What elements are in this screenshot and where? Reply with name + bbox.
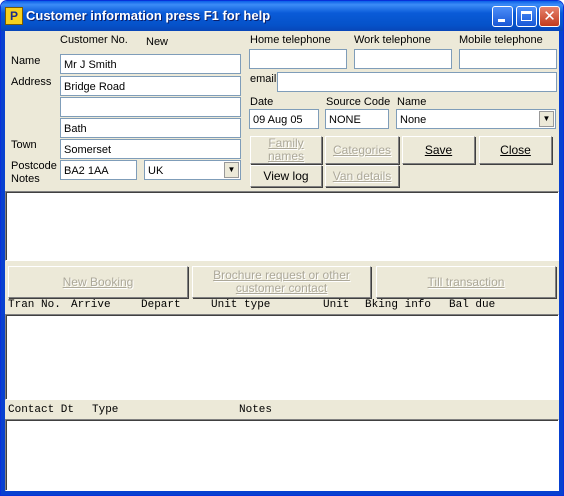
window-border-left xyxy=(1,31,5,495)
close-button[interactable]: Close xyxy=(479,136,552,164)
email-label: email xyxy=(250,73,277,85)
bookings-col-arrive: Arrive xyxy=(71,299,111,311)
contacts-col-contact-dt: Contact Dt xyxy=(8,404,75,416)
address-line3-field[interactable]: Bath xyxy=(60,118,241,138)
postcode-field[interactable]: BA2 1AA xyxy=(60,160,137,180)
view-log-button[interactable]: View log xyxy=(250,165,322,187)
address-line1-field[interactable]: Bridge Road xyxy=(60,76,241,96)
app-icon: P xyxy=(5,7,23,25)
chevron-down-icon[interactable]: ▼ xyxy=(224,162,239,178)
brochure-request-button[interactable]: Brochure request or other customer conta… xyxy=(192,266,371,298)
email-field[interactable] xyxy=(277,72,557,92)
bookings-col-unit: Unit xyxy=(323,299,350,311)
home-telephone-label: Home telephone xyxy=(250,34,331,46)
contacts-col-type: Type xyxy=(92,404,119,416)
new-booking-button[interactable]: New Booking xyxy=(8,266,188,298)
name-field[interactable]: Mr J Smith xyxy=(60,54,241,74)
customer-number-label: Customer No. xyxy=(60,34,128,46)
notes-area[interactable] xyxy=(5,191,559,261)
bookings-col-depart: Depart xyxy=(141,299,181,311)
customer-number-value: New xyxy=(146,36,169,48)
meta-name-select[interactable]: None ▼ xyxy=(396,109,556,129)
mobile-telephone-field[interactable] xyxy=(459,49,557,69)
date-label: Date xyxy=(250,96,274,108)
categories-button[interactable]: Categories xyxy=(325,136,399,164)
bookings-col-bking-info: Bking info xyxy=(365,299,432,311)
meta-name-label: Name xyxy=(397,96,427,108)
mobile-telephone-label: Mobile telephone xyxy=(459,34,543,46)
meta-name-select-value: None xyxy=(400,114,427,126)
source-code-label: Source Code xyxy=(326,96,391,108)
notes-label: Notes xyxy=(11,173,40,185)
date-field[interactable]: 09 Aug 05 xyxy=(249,109,319,129)
window-border-bottom xyxy=(1,491,563,495)
family-names-button[interactable]: Family names xyxy=(250,136,322,164)
country-select-value: UK xyxy=(148,165,164,177)
bookings-list[interactable] xyxy=(5,314,559,400)
till-transaction-button[interactable]: Till transaction xyxy=(376,266,556,298)
window-title: Customer information press F1 for help xyxy=(26,8,271,23)
minimize-icon[interactable] xyxy=(492,6,513,27)
address-label: Address xyxy=(11,76,52,88)
chevron-down-icon[interactable]: ▼ xyxy=(539,111,554,127)
title-bar[interactable]: P Customer information press F1 for help… xyxy=(1,1,563,31)
home-telephone-field[interactable] xyxy=(249,49,347,69)
country-select[interactable]: UK ▼ xyxy=(144,160,241,180)
bookings-col-unit-type: Unit type xyxy=(211,299,271,311)
van-details-button[interactable]: Van details xyxy=(325,165,399,187)
bookings-col-bal-due: Bal due xyxy=(449,299,496,311)
maximize-icon[interactable] xyxy=(516,6,537,27)
address-line2-field[interactable] xyxy=(60,97,241,117)
contacts-list[interactable] xyxy=(5,419,559,491)
window-border-right xyxy=(559,31,563,495)
work-telephone-label: Work telephone xyxy=(354,34,431,46)
name-label: Name xyxy=(11,55,41,67)
close-icon[interactable]: ✕ xyxy=(539,6,560,27)
town-label: Town xyxy=(11,139,37,151)
customer-info-window: P Customer information press F1 for help… xyxy=(0,0,564,496)
bookings-col-tran-no: Tran No. xyxy=(8,299,61,311)
save-button[interactable]: Save xyxy=(402,136,475,164)
source-code-field[interactable]: NONE xyxy=(325,109,389,129)
work-telephone-field[interactable] xyxy=(354,49,452,69)
postcode-label: Postcode xyxy=(11,160,57,172)
contacts-col-notes: Notes xyxy=(239,404,273,416)
town-field[interactable]: Somerset xyxy=(60,139,241,159)
